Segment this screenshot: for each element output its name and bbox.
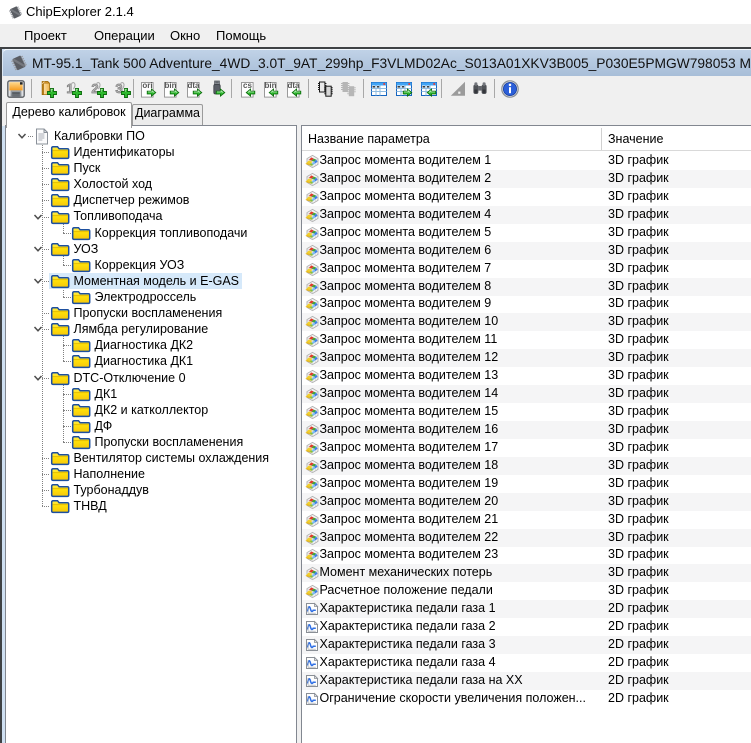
svg-text:bin: bin bbox=[265, 81, 277, 90]
svg-text:cs: cs bbox=[243, 81, 252, 90]
svg-text:bin: bin bbox=[165, 81, 177, 90]
svg-text:dta: dta bbox=[188, 81, 201, 90]
svg-text:dta: dta bbox=[288, 81, 301, 90]
